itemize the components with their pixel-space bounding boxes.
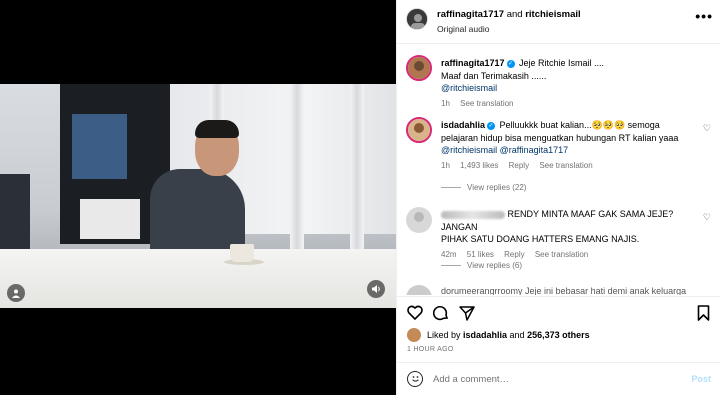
see-translation-link[interactable]: See translation bbox=[539, 161, 592, 170]
see-translation-link[interactable]: See translation bbox=[460, 99, 513, 108]
likes-summary: Liked by isdadahlia and 256,373 others bbox=[407, 328, 717, 346]
video-frame bbox=[0, 84, 396, 308]
post-timestamp[interactable]: 1 HOUR AGO bbox=[407, 346, 454, 353]
mention-link[interactable]: @ritchieismail bbox=[441, 145, 497, 155]
see-translation-link[interactable]: See translation bbox=[535, 250, 588, 259]
likes-count[interactable]: 51 likes bbox=[467, 250, 494, 259]
author-username[interactable]: raffinagita1717 bbox=[437, 9, 504, 20]
comment-input[interactable] bbox=[433, 370, 663, 388]
mute-toggle-icon[interactable] bbox=[367, 280, 385, 298]
tagged-people-icon[interactable] bbox=[7, 284, 25, 302]
like-comment-icon[interactable]: ♡ bbox=[703, 123, 711, 134]
mention-link[interactable]: @raffinagita1717 bbox=[500, 145, 569, 155]
save-bookmark-icon[interactable] bbox=[697, 305, 710, 324]
instagram-post-modal: raffinagita1717 and ritchieismail Origin… bbox=[0, 0, 720, 395]
reply-button[interactable]: Reply bbox=[504, 250, 524, 259]
collab-username[interactable]: ritchieismail bbox=[525, 9, 580, 20]
post-details-panel: raffinagita1717 and ritchieismail Origin… bbox=[396, 0, 720, 395]
view-replies-button[interactable]: View replies (6) bbox=[441, 261, 522, 270]
others-likes-link[interactable]: 256,373 others bbox=[527, 330, 590, 340]
more-options-icon[interactable]: ••• bbox=[695, 8, 713, 24]
caption-username[interactable]: raffinagita1717 bbox=[441, 58, 505, 68]
view-replies-button[interactable]: View replies (22) bbox=[441, 183, 526, 192]
emoji-picker-icon[interactable] bbox=[407, 371, 423, 387]
post-header: raffinagita1717 and ritchieismail Origin… bbox=[397, 0, 720, 44]
share-icon[interactable] bbox=[459, 305, 475, 324]
caption-avatar[interactable] bbox=[406, 55, 432, 81]
like-comment-icon[interactable]: ♡ bbox=[703, 212, 711, 223]
audio-label[interactable]: Original audio bbox=[437, 24, 489, 34]
commenter-avatar[interactable] bbox=[406, 207, 432, 233]
video-player[interactable] bbox=[0, 0, 396, 395]
verified-badge-icon: ✓ bbox=[506, 59, 515, 68]
like-icon[interactable] bbox=[407, 305, 423, 323]
post-comment-button[interactable]: Post bbox=[691, 374, 711, 384]
author-avatar[interactable] bbox=[406, 8, 428, 30]
commenter-username[interactable]: isdadahlia bbox=[441, 120, 485, 130]
blurred-username bbox=[441, 210, 505, 219]
commenter-avatar[interactable] bbox=[406, 117, 432, 143]
mention-link[interactable]: @ritchieismail bbox=[441, 83, 497, 93]
author-names: raffinagita1717 and ritchieismail bbox=[437, 9, 581, 20]
add-comment-bar: Post bbox=[397, 362, 720, 395]
likes-count[interactable]: 1,493 likes bbox=[460, 161, 498, 170]
verified-badge-icon: ✓ bbox=[487, 121, 496, 130]
comments-list: raffinagita1717 ✓ Jeje Ritchie Ismail ...… bbox=[397, 45, 720, 295]
action-bar bbox=[397, 296, 720, 328]
commenter-avatar[interactable] bbox=[406, 285, 432, 295]
reply-button[interactable]: Reply bbox=[509, 161, 529, 170]
comment-icon[interactable] bbox=[432, 305, 449, 324]
liker-username[interactable]: isdadahlia bbox=[463, 330, 507, 340]
liker-avatar[interactable] bbox=[407, 328, 421, 342]
